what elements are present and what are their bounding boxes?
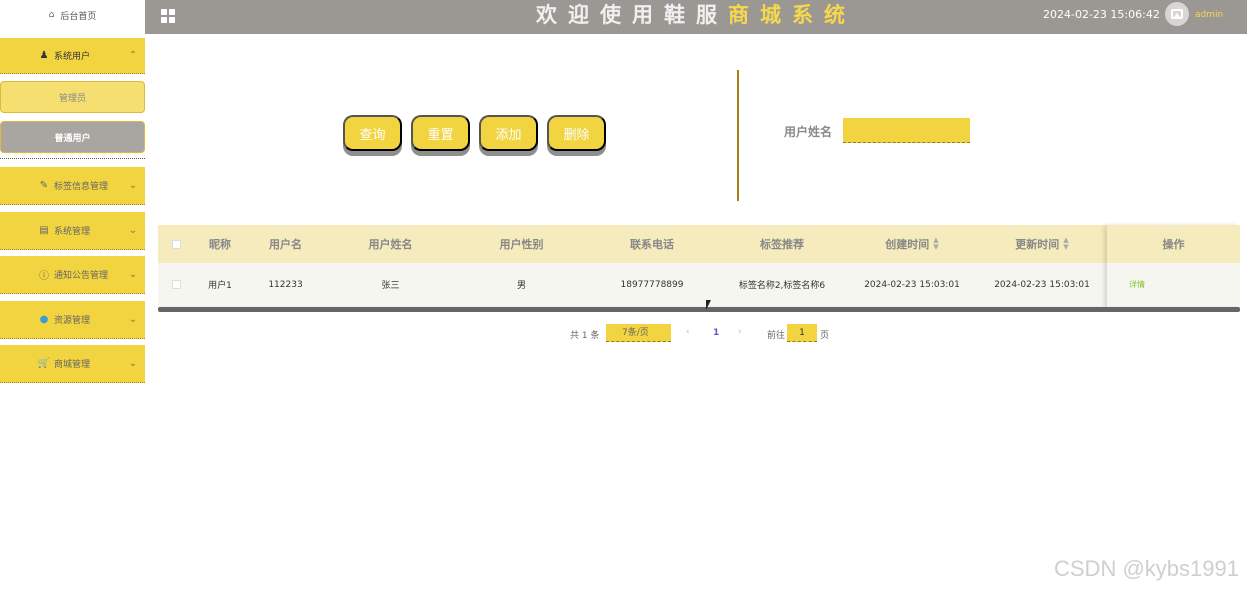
col-realname: 用户姓名 [368, 238, 413, 251]
sidebar-menu-label: 通知公告管理 [54, 271, 109, 281]
col-username: 用户名 [269, 238, 302, 251]
avatar[interactable] [1165, 2, 1189, 26]
sidebar-item-label: 普通用户 [54, 133, 91, 144]
table-header: 昵称 用户名 用户姓名 用户性别 联系电话 标签推荐 创建时间 ▲ ▼ 更新时间 ▲ ▼… [158, 225, 1240, 263]
sidebar-divider [0, 158, 145, 159]
pagination-total: 共 1 条 [570, 331, 600, 341]
sidebar-item-home[interactable]: ⌂ 后台首页 [0, 0, 145, 30]
sidebar-menu-label: 系统管理 [54, 227, 91, 237]
page-size-select[interactable]: 7条/页 [606, 324, 671, 342]
add-button[interactable]: 添加 [479, 115, 538, 151]
pagination: 共 1 条 7条/页 ‹ 1 › 前往 1 页 [0, 324, 1247, 344]
table-row[interactable]: 用户1 112233 张三 男 18977778899 标签名称2,标签名称6 … [158, 263, 1240, 307]
page-unit-label: 页 [820, 331, 830, 341]
image-icon [1171, 9, 1183, 19]
chevron-right-icon[interactable]: › [738, 327, 742, 337]
col-tags: 标签推荐 [760, 238, 804, 251]
sidebar-menu-system[interactable]: ▤ 系统管理 ⌄ [0, 212, 145, 250]
query-button[interactable]: 查询 [343, 115, 402, 151]
table-horizontal-scrollbar[interactable] [158, 307, 1240, 312]
watermark: CSDN @kybs1991 [1054, 556, 1239, 581]
sidebar-menu-tags[interactable]: ✎ 标签信息管理 ⌄ [0, 167, 145, 205]
col-gender: 用户性别 [499, 238, 544, 251]
sidebar-menu-label: 系统用户 [54, 52, 91, 62]
users-table: 昵称 用户名 用户姓名 用户性别 联系电话 标签推荐 创建时间 ▲ ▼ 更新时间 ▲ ▼… [158, 225, 1240, 307]
sidebar-menu-mall[interactable]: 🛒 商城管理 ⌄ [0, 345, 145, 383]
delete-button[interactable]: 删除 [547, 115, 606, 151]
cell-realname: 张三 [381, 281, 400, 291]
select-all-checkbox[interactable] [158, 225, 194, 263]
page-number-current[interactable]: 1 [713, 328, 719, 338]
chevron-down-icon: ⌄ [128, 225, 138, 236]
cell-updated: 2024-02-23 15:03:01 [994, 279, 1090, 290]
chevron-up-icon: ⌃ [128, 50, 138, 61]
cell-username: 112233 [268, 279, 303, 290]
top-header: 欢迎使用鞋服商城系统 2024-02-23 15:06:42 admin [145, 0, 1247, 34]
user-icon: ♟ [39, 50, 49, 61]
sidebar-menu-label: 标签信息管理 [54, 182, 109, 192]
row-checkbox[interactable] [158, 263, 194, 306]
sidebar-item-regular-users[interactable]: 普通用户 [0, 121, 145, 153]
chevron-left-icon[interactable]: ‹ [686, 327, 690, 337]
fixed-actions-column [1107, 225, 1240, 307]
toolbar-divider [737, 70, 739, 201]
sidebar-menu-label: 商城管理 [54, 360, 91, 370]
cell-nickname: 用户1 [208, 281, 232, 291]
search-label: 用户姓名 [784, 125, 833, 139]
edit-icon: ✎ [39, 180, 49, 191]
header-username[interactable]: admin [1195, 10, 1223, 20]
chevron-down-icon: ⌄ [128, 269, 138, 280]
col-updated[interactable]: 更新时间 ▲ ▼ [977, 225, 1107, 263]
info-icon: ⓘ [39, 271, 49, 282]
home-icon: ⌂ [48, 10, 55, 20]
sidebar-item-label: 管理员 [58, 93, 86, 104]
realname-search-input[interactable] [843, 118, 970, 143]
sidebar: ⌂ 后台首页 ♟ 系统用户 ⌃ 管理员 普通用户 ✎ 标签信息管理 ⌄ ▤ 系统… [0, 0, 145, 589]
col-phone: 联系电话 [630, 238, 674, 251]
chevron-down-icon: ⌄ [128, 180, 138, 191]
cell-gender: 男 [516, 281, 526, 291]
header-datetime: 2024-02-23 15:06:42 [1043, 8, 1160, 21]
cell-tags: 标签名称2,标签名称6 [738, 281, 826, 291]
chevron-down-icon: ⌄ [128, 358, 138, 369]
cell-created: 2024-02-23 15:03:01 [864, 279, 960, 290]
cart-icon: 🛒 [37, 358, 51, 369]
sidebar-menu-system-users[interactable]: ♟ 系统用户 ⌃ [0, 38, 145, 74]
goto-page-input[interactable]: 1 [787, 324, 817, 342]
sidebar-menu-notices[interactable]: ⓘ 通知公告管理 ⌄ [0, 256, 145, 294]
chart-icon: ▤ [39, 225, 49, 236]
col-created[interactable]: 创建时间 ▲ ▼ [847, 225, 977, 263]
sort-icon[interactable]: ▲ ▼ [933, 237, 938, 251]
cell-phone: 18977778899 [620, 279, 684, 290]
sidebar-item-admins[interactable]: 管理员 [0, 81, 145, 113]
reset-button[interactable]: 重置 [411, 115, 470, 151]
sidebar-item-label: 后台首页 [60, 11, 97, 22]
sort-icon[interactable]: ▲ ▼ [1063, 237, 1068, 251]
col-nickname: 昵称 [209, 238, 231, 251]
goto-label: 前往 [767, 331, 786, 341]
mouse-cursor [706, 300, 711, 310]
